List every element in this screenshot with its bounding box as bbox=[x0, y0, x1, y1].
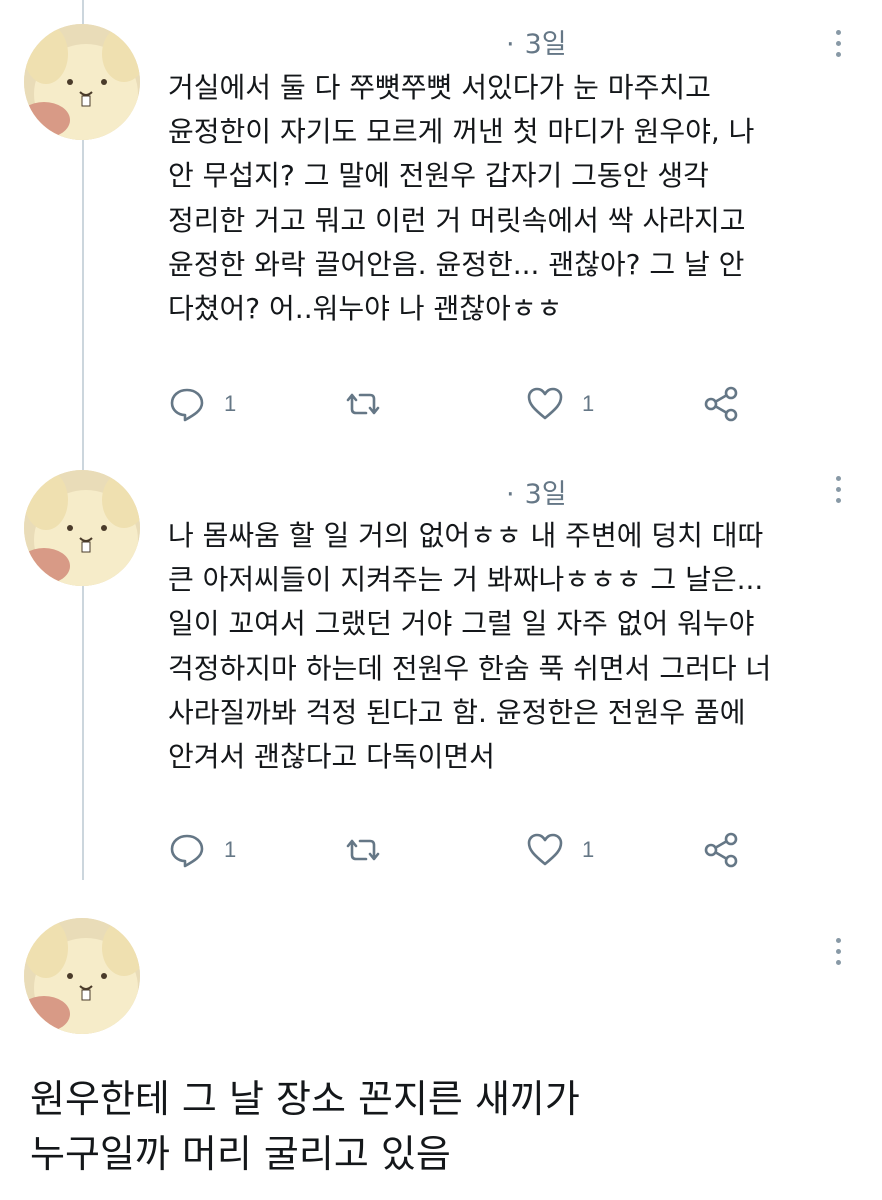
tweet-text-line: 큰 아저씨들이 지켜주는 거 봐짜나ㅎㅎㅎ 그 날은... bbox=[168, 563, 764, 597]
heart-icon bbox=[527, 833, 563, 866]
avatar-image bbox=[24, 24, 140, 140]
tweet-text-line: 일이 꼬여서 그랬던 거야 그럴 일 자주 없어 워누야 bbox=[168, 607, 755, 641]
tweet-text-line: 윤정한 와락 끌어안음. 윤정한... 괜찮아? 그 날 안 bbox=[168, 247, 745, 281]
share-button[interactable] bbox=[702, 384, 740, 424]
like-button[interactable]: 1 bbox=[526, 830, 594, 870]
tweet-text: 나 몸싸움 할 일 거의 없어ㅎㅎ 내 주변에 덩치 대따 큰 아저씨들이 지켜… bbox=[168, 514, 858, 779]
retweet-button[interactable] bbox=[344, 830, 382, 870]
tweet-2[interactable]: · 3일 나 몸싸움 할 일 거의 없어ㅎㅎ 내 주변에 덩치 대따 큰 아저씨들… bbox=[0, 460, 882, 900]
heart-icon bbox=[527, 387, 563, 420]
reply-button[interactable]: 1 bbox=[168, 384, 236, 424]
tweet-timestamp[interactable]: · 3일 bbox=[506, 22, 567, 61]
reply-icon bbox=[170, 388, 204, 422]
like-count: 1 bbox=[582, 837, 595, 862]
tweet-text-line: 다쳤어? 어..워누야 나 괜찮아ㅎㅎ bbox=[168, 292, 563, 326]
tweet-timestamp[interactable]: · 3일 bbox=[506, 472, 567, 511]
tweet-text-line: 안 무섭지? 그 말에 전원우 갑자기 그동안 생각 bbox=[168, 159, 709, 193]
more-vertical-icon[interactable] bbox=[826, 938, 850, 972]
tweet-text-line: 정리한 거고 뭐고 이런 거 머릿속에서 싹 사라지고 bbox=[168, 203, 746, 237]
tweet-actions: 1 1 bbox=[168, 830, 758, 870]
avatar[interactable] bbox=[24, 918, 140, 1034]
tweet-text-line: 걱정하지마 하는데 전원우 한숨 푹 쉬면서 그러다 너 bbox=[168, 651, 772, 685]
tweet-3-focused[interactable]: 원우한테 그 날 장소 꼰지른 새끼가 누구일까 머리 굴리고 있음 bbox=[0, 900, 882, 1200]
tweet-text-line: 거실에서 둘 다 쭈뼛쭈뼛 서있다가 눈 마주치고 bbox=[168, 71, 711, 104]
share-icon bbox=[704, 832, 738, 868]
reply-count: 1 bbox=[224, 391, 237, 416]
avatar[interactable] bbox=[24, 470, 140, 586]
tweet-text-line: 누구일까 머리 굴리고 있음 bbox=[30, 1132, 451, 1176]
avatar[interactable] bbox=[24, 24, 140, 140]
reply-count: 1 bbox=[224, 837, 237, 862]
tweet-text-line: 안겨서 괜찮다고 다독이면서 bbox=[168, 740, 495, 774]
tweet-1[interactable]: · 3일 거실에서 둘 다 쭈뼛쭈뼛 서있다가 눈 마주치고 윤정한이 자기도 모… bbox=[0, 0, 882, 460]
reply-button[interactable]: 1 bbox=[168, 830, 236, 870]
avatar-image bbox=[24, 470, 140, 586]
retweet-icon bbox=[346, 839, 380, 861]
retweet-icon bbox=[346, 393, 380, 415]
tweet-text-line: 나 몸싸움 할 일 거의 없어ㅎㅎ 내 주변에 덩치 대따 bbox=[168, 519, 764, 552]
like-button[interactable]: 1 bbox=[526, 384, 594, 424]
share-button[interactable] bbox=[702, 830, 740, 870]
tweet-text: 거실에서 둘 다 쭈뼛쭈뼛 서있다가 눈 마주치고 윤정한이 자기도 모르게 꺼… bbox=[168, 66, 858, 331]
retweet-button[interactable] bbox=[344, 384, 382, 424]
tweet-text-line: 사라질까봐 걱정 된다고 함. 윤정한은 전원우 품에 bbox=[168, 695, 746, 729]
tweet-text-line: 윤정한이 자기도 모르게 꺼낸 첫 마디가 원우야, 나 bbox=[168, 115, 755, 149]
tweet-text-line: 원우한테 그 날 장소 꼰지른 새끼가 bbox=[30, 1077, 580, 1121]
avatar-image bbox=[24, 918, 140, 1034]
reply-icon bbox=[170, 834, 204, 868]
tweet-actions: 1 1 bbox=[168, 384, 758, 424]
more-vertical-icon[interactable] bbox=[826, 30, 850, 64]
tweet-text: 원우한테 그 날 장소 꼰지른 새끼가 누구일까 머리 굴리고 있음 bbox=[30, 1072, 870, 1182]
like-count: 1 bbox=[582, 391, 595, 416]
share-icon bbox=[704, 386, 738, 422]
more-vertical-icon[interactable] bbox=[826, 476, 850, 510]
